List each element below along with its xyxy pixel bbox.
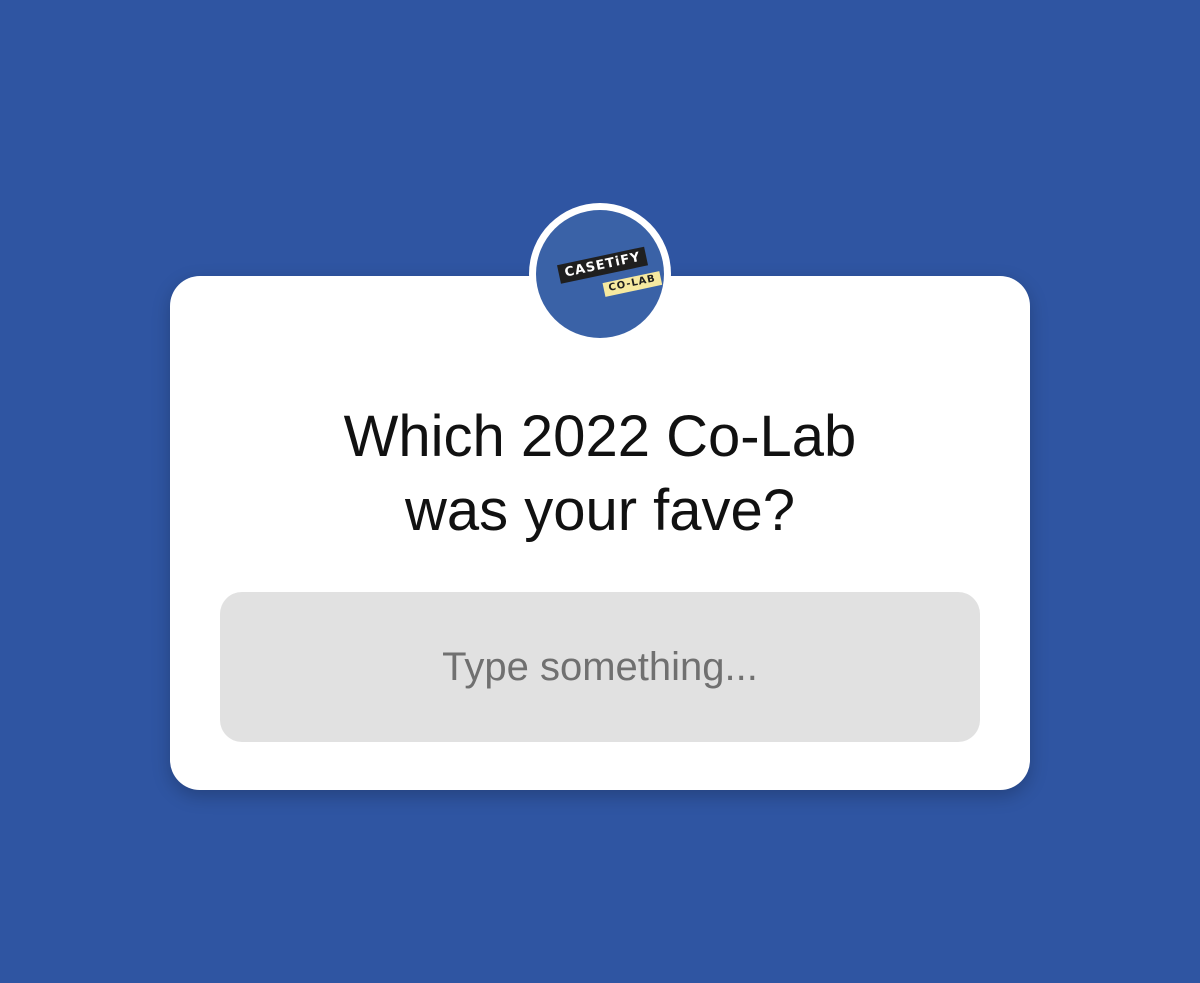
question-sticker-card: Which 2022 Co-Lab was your fave? (170, 276, 1030, 790)
question-text: Which 2022 Co-Lab was your fave? (170, 400, 1030, 548)
casetify-co-lab-logo-icon: CASETiFY CO-LAB (536, 210, 664, 338)
answer-box[interactable] (220, 592, 980, 742)
avatar-ring: CASETiFY CO-LAB (529, 203, 671, 345)
logo-text-bottom: CO-LAB (602, 271, 663, 297)
question-line-2: was your fave? (404, 478, 796, 543)
avatar[interactable]: CASETiFY CO-LAB (536, 210, 664, 338)
question-line-1: Which 2022 Co-Lab (343, 404, 857, 469)
answer-input[interactable] (248, 643, 952, 691)
